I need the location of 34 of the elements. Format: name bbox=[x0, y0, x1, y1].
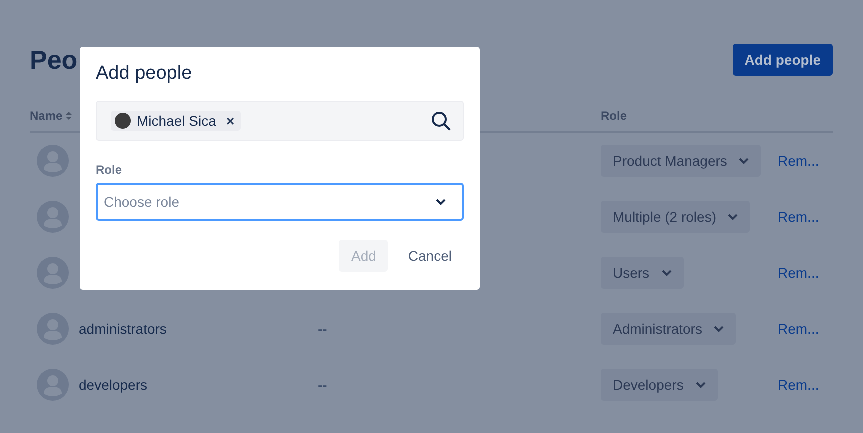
chevron-down-icon bbox=[436, 199, 446, 205]
column-header[interactable]: Name bbox=[30, 109, 63, 123]
people-picker-field[interactable]: Michael Sica × bbox=[96, 101, 464, 141]
remove-link[interactable]: Rem... bbox=[778, 209, 820, 225]
user-name: developers bbox=[79, 377, 148, 393]
avatar-icon bbox=[115, 113, 131, 129]
sort-icon bbox=[66, 112, 72, 120]
role-dropdown[interactable]: Users bbox=[601, 257, 684, 289]
dialog-title: Add people bbox=[96, 63, 194, 85]
user-name: administrators bbox=[79, 321, 167, 337]
role-select[interactable]: Choose role bbox=[96, 183, 464, 221]
email-text: -- bbox=[318, 321, 328, 337]
cancel-button[interactable]: Cancel bbox=[396, 240, 464, 272]
remove-link[interactable]: Rem... bbox=[778, 321, 820, 337]
remove-link[interactable]: Rem... bbox=[778, 153, 820, 169]
chevron-down-icon bbox=[728, 214, 738, 220]
add-people-button[interactable]: Add people bbox=[732, 44, 833, 76]
remove-tag-button[interactable]: × bbox=[226, 113, 235, 129]
remove-link[interactable]: Rem... bbox=[778, 377, 820, 393]
chevron-down-icon bbox=[714, 326, 724, 332]
role-dropdown[interactable]: Developers bbox=[601, 369, 718, 401]
chevron-down-icon bbox=[662, 270, 672, 276]
page-title: Peo bbox=[30, 44, 78, 76]
email-text: -- bbox=[318, 377, 328, 393]
chevron-down-icon bbox=[739, 158, 750, 164]
search-icon bbox=[431, 111, 451, 131]
role-dropdown[interactable]: Administrators bbox=[601, 313, 736, 345]
column-header[interactable]: Role bbox=[601, 109, 628, 123]
person-name: Michael Sica bbox=[137, 113, 216, 129]
role-dropdown[interactable]: Product Managers bbox=[601, 145, 762, 177]
role-dropdown[interactable]: Multiple (2 roles) bbox=[601, 201, 750, 233]
remove-link[interactable]: Rem... bbox=[778, 265, 820, 281]
role-label: Role bbox=[96, 163, 124, 177]
chevron-down-icon bbox=[696, 382, 706, 388]
